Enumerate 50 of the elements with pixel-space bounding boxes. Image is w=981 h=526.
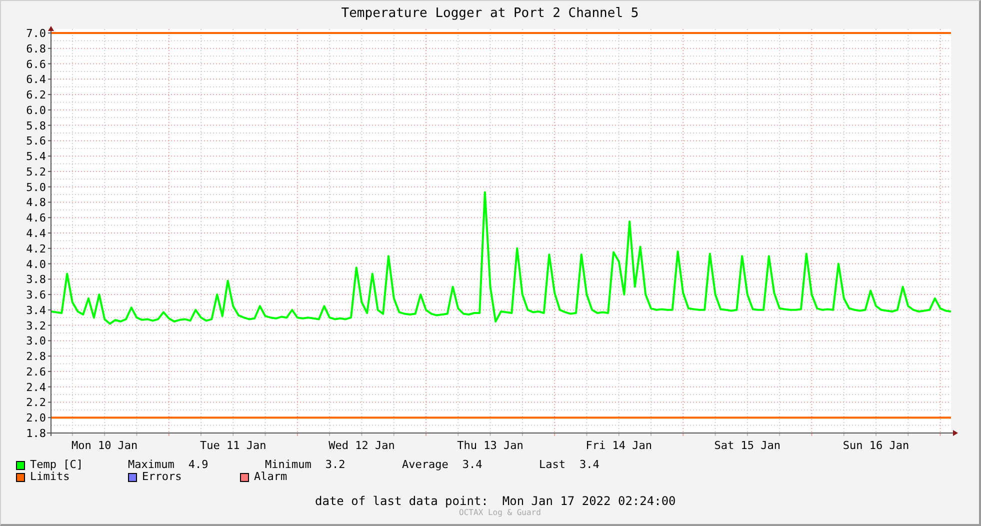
x-tick-label: Thu 13 Jan	[457, 439, 524, 452]
y-tick-label: 6.4	[26, 73, 46, 86]
y-tick-label: 2.2	[26, 396, 46, 410]
legend-label: Errors	[142, 471, 182, 483]
stat-value: 4.9	[188, 459, 208, 471]
x-tick-label: Sat 15 Jan	[714, 439, 781, 452]
x-tick-label: Tue 11 Jan	[200, 439, 266, 452]
x-tick-label: Sun 16 Jan	[842, 439, 910, 452]
y-tick-label: 4.4	[26, 227, 46, 240]
y-tick-label: 5.4	[26, 150, 46, 164]
y-tick-label: 4.0	[26, 258, 46, 271]
y-tick-label: 2.4	[26, 380, 46, 394]
y-tick-label: 3.6	[26, 288, 46, 302]
legend-label: Temp [C]	[30, 459, 83, 471]
x-tick-label: Wed 12 Jan	[328, 439, 395, 452]
y-tick-label: 3.2	[26, 319, 46, 332]
y-tick-label: 5.8	[26, 119, 46, 132]
y-tick-label: 2.0	[26, 412, 46, 425]
stat-value: 3.2	[325, 459, 346, 471]
y-tick-label: 1.8	[26, 427, 46, 440]
y-tick-label: 4.8	[26, 196, 46, 210]
y-tick-label: 3.4	[26, 304, 46, 317]
legend-label: Alarm	[254, 471, 288, 483]
y-tick-label: 6.6	[26, 58, 46, 71]
y-tick-label: 2.8	[26, 350, 46, 364]
watermark: OCTAX Log & Guard	[459, 508, 541, 517]
footer-label: date of last data point:	[315, 494, 488, 508]
y-tick-label: 4.6	[26, 212, 46, 225]
stat-label: Maximum	[128, 459, 174, 471]
legend-label: Limits	[30, 471, 70, 483]
y-tick-label: 5.2	[26, 165, 46, 178]
y-tick-label: 6.8	[26, 42, 46, 56]
stat-value: 3.4	[462, 459, 482, 471]
stat-label: Last	[539, 459, 566, 471]
stat-label: Minimum	[265, 459, 312, 471]
y-tick-label: 3.8	[26, 273, 46, 286]
y-tick-label: 5.6	[26, 134, 46, 148]
stat-label: Average	[402, 459, 448, 471]
y-tick-label: 6.2	[26, 88, 46, 102]
last-data-date: Mon Jan 17 2022 02:24:00	[502, 494, 676, 508]
y-tick-label: 6.0	[26, 104, 46, 117]
y-tick-label: 3.0	[26, 334, 46, 348]
chart-title: Temperature Logger at Port 2 Channel 5	[341, 7, 639, 20]
x-tick-label: Fri 14 Jan	[586, 439, 652, 452]
stat-value: 3.4	[580, 459, 600, 471]
x-tick-label: Mon 10 Jan	[71, 439, 138, 452]
y-tick-label: 4.2	[26, 242, 46, 256]
y-tick-label: 7.0	[26, 27, 46, 40]
y-tick-label: 5.0	[26, 180, 46, 194]
y-tick-label: 2.6	[26, 365, 46, 378]
